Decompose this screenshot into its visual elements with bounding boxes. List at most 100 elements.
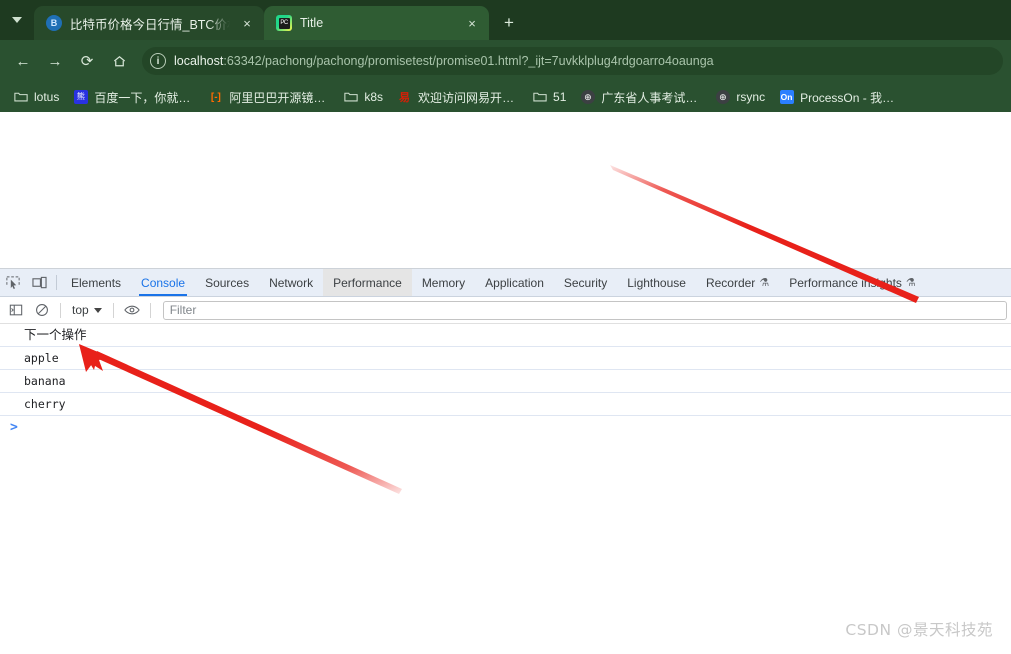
devtools-tab-network-label: Network [269,275,314,290]
devtools-panel: Elements Console Sources Network Perform… [0,268,1011,644]
divider [60,302,61,318]
devtools-tab-performance-insights-label: Performance insights [789,275,902,290]
browser-window: B 比特币价格今日行情_BTC价格走势 × PC Title × + ← → ⟳… [0,0,1011,654]
devtools-tab-sources[interactable]: Sources [195,269,259,296]
console-prompt[interactable]: > [0,416,1011,438]
tab-strip: B 比特币价格今日行情_BTC价格走势 × PC Title × + [0,0,1011,40]
console-context-selector[interactable]: top [67,303,107,317]
new-tab-button[interactable]: + [495,9,523,37]
bookmark-51-label: 51 [553,90,567,104]
netease-icon: 易 [397,90,412,105]
bookmark-baidu[interactable]: 熊 百度一下，你就知道 [66,86,201,109]
bookmark-rsync[interactable]: ⊕ rsync [708,87,772,108]
tab-search-button[interactable] [0,0,34,40]
csdn-watermark: CSDN @景天科技苑 [845,621,993,639]
devtools-tab-performance[interactable]: Performance [323,269,412,296]
reload-icon[interactable]: ⟳ [72,46,102,76]
bookmark-aliyun-label: 阿里巴巴开源镜像... [229,90,330,105]
globe-icon: ⊕ [580,90,595,105]
devtools-tab-memory[interactable]: Memory [412,269,475,296]
console-message-2[interactable]: banana [0,370,1011,393]
devtools-tab-elements[interactable]: Elements [61,269,131,296]
address-bar-path: :63342/pachong/pachong/promisetest/promi… [223,54,714,68]
aliyun-icon: [-] [208,90,223,105]
console-message-3[interactable]: cherry [0,393,1011,416]
bitcoin-favicon: B [46,15,62,31]
bookmark-guangdong[interactable]: ⊕ 广东省人事考试局... [573,86,708,109]
browser-tab-1-close-icon[interactable]: × [463,14,481,32]
devtools-tab-elements-label: Elements [71,275,122,290]
page-viewport [0,112,1011,268]
flask-icon: ⚗ [759,277,770,289]
home-icon[interactable] [104,46,134,76]
chevron-down-icon [93,307,102,313]
aliyun-icon-glyph: [-] [210,91,221,103]
bookmarks-bar: lotus 熊 百度一下，你就知道 [-] 阿里巴巴开源镜像... k8s 易 … [0,82,1011,112]
netease-icon-glyph: 易 [399,92,411,104]
address-bar-url: localhost:63342/pachong/pachong/promiset… [174,54,714,68]
bookmark-baidu-label: 百度一下，你就知道 [94,90,195,105]
clear-console-icon[interactable] [30,299,54,321]
devtools-tab-bar: Elements Console Sources Network Perform… [0,269,1011,297]
browser-tab-0-title: 比特币价格今日行情_BTC价格走势 [70,17,230,32]
browser-tab-1[interactable]: PC Title × [264,6,489,40]
bookmark-51[interactable]: 51 [525,87,573,108]
devtools-tab-performance-insights[interactable]: Performance insights ⚗ [779,269,926,296]
bookmark-lotus-label: lotus [34,90,60,104]
browser-tab-0-close-icon[interactable]: × [238,14,256,32]
divider [112,302,114,318]
forward-icon[interactable]: → [40,46,70,76]
divider [56,275,57,290]
folder-icon [532,90,547,105]
devtools-tab-lighthouse-label: Lighthouse [627,275,686,290]
console-message-list: 下一个操作 apple banana cherry > [0,324,1011,644]
devtools-tab-security[interactable]: Security [554,269,617,296]
pycharm-favicon: PC [276,15,292,31]
devtools-tab-application-label: Application [485,275,544,290]
browser-tab-0[interactable]: B 比特币价格今日行情_BTC价格走势 × [34,6,264,40]
bookmark-netease-label: 欢迎访问网易开源... [418,90,519,105]
bookmark-lotus[interactable]: lotus [6,87,66,108]
console-sidebar-icon[interactable] [4,299,28,321]
bookmark-processon[interactable]: On ProcessOn - 我的... [772,86,907,109]
bookmark-processon-label: ProcessOn - 我的... [800,90,901,105]
globe-icon: ⊕ [715,90,730,105]
address-bar[interactable]: i localhost:63342/pachong/pachong/promis… [142,47,1003,75]
devtools-tab-recorder-label: Recorder [705,275,756,290]
console-message-1[interactable]: apple [0,347,1011,370]
info-circle-icon[interactable]: i [150,53,166,69]
folder-icon [343,90,358,105]
devtools-tab-performance-label: Performance [333,275,402,290]
inspect-element-icon[interactable] [0,269,26,296]
bookmark-rsync-label: rsync [736,90,766,104]
devtools-tab-sources-label: Sources [205,275,250,290]
devtools-tab-console-label: Console [141,275,186,290]
baidu-icon: 熊 [73,90,88,105]
navigation-toolbar: ← → ⟳ i localhost:63342/pachong/pachong/… [0,40,1011,82]
devtools-tab-network[interactable]: Network [259,269,323,296]
devtools-tab-memory-label: Memory [421,275,466,290]
eye-icon[interactable] [120,299,144,321]
globe-icon-glyph: ⊕ [715,90,730,104]
flask-icon: ⚗ [905,277,916,289]
devtools-tab-lighthouse[interactable]: Lighthouse [617,269,696,296]
browser-tab-1-title: Title [300,16,324,30]
baidu-icon-glyph: 熊 [73,90,88,104]
processon-icon-glyph: On [779,90,794,104]
bookmark-k8s[interactable]: k8s [336,87,390,108]
console-message-0[interactable]: 下一个操作 [0,324,1011,347]
back-icon[interactable]: ← [8,46,38,76]
globe-icon-glyph: ⊕ [580,90,595,104]
console-filter-input[interactable] [162,300,1007,320]
chevron-down-icon [12,17,22,23]
device-toolbar-icon[interactable] [26,269,52,296]
devtools-tab-application[interactable]: Application [475,269,554,296]
devtools-tab-recorder[interactable]: Recorder ⚗ [696,269,779,296]
console-filter-bar: top [0,297,1011,324]
devtools-tab-console[interactable]: Console [131,269,195,296]
console-context-label: top [72,303,89,317]
bookmark-k8s-label: k8s [364,90,384,104]
devtools-tab-security-label: Security [563,275,608,290]
bookmark-netease[interactable]: 易 欢迎访问网易开源... [390,86,525,109]
bookmark-aliyun[interactable]: [-] 阿里巴巴开源镜像... [201,86,336,109]
